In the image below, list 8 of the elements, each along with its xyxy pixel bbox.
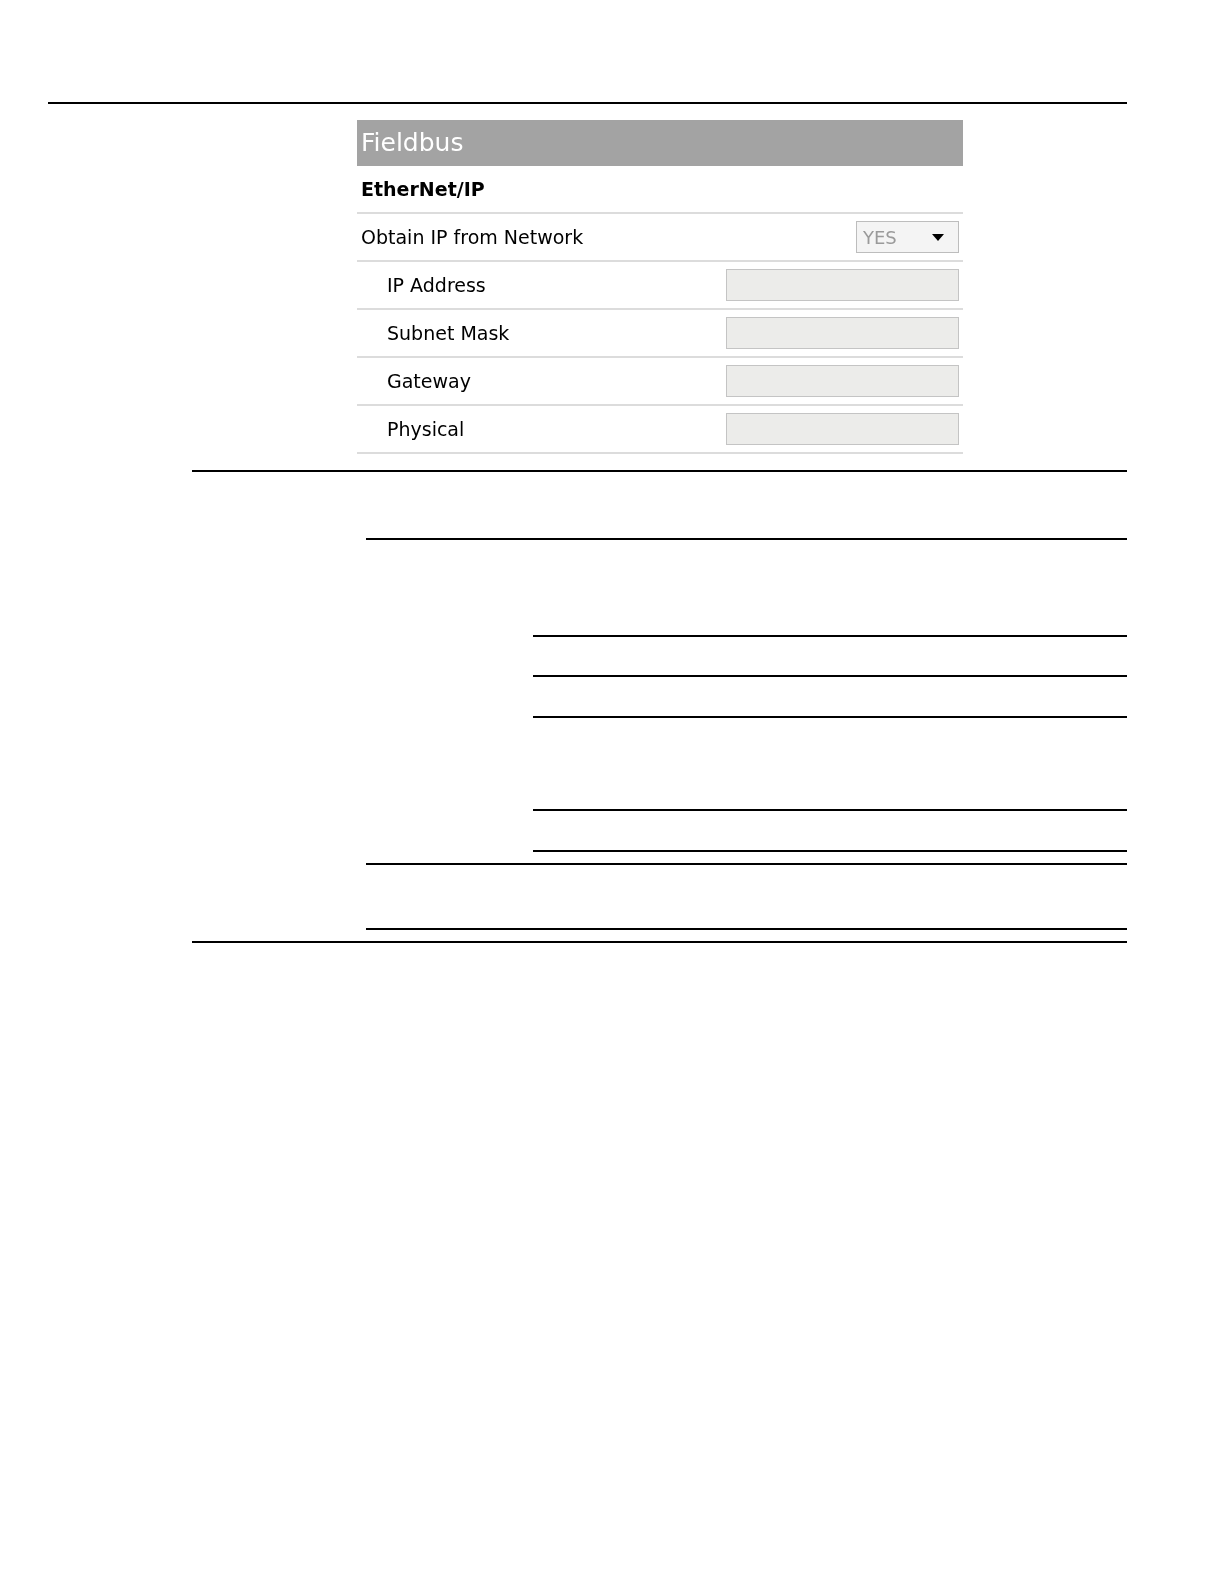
field-label: Gateway bbox=[387, 368, 471, 394]
caret-icon bbox=[932, 233, 944, 241]
panel-header: Fieldbus bbox=[357, 120, 963, 166]
section-title: EtherNet/IP bbox=[357, 166, 963, 214]
field-label: Subnet Mask bbox=[387, 320, 510, 346]
field-label: Physical bbox=[387, 416, 465, 442]
setting-label: Obtain IP from Network bbox=[361, 224, 584, 250]
field-label: IP Address bbox=[387, 272, 486, 298]
